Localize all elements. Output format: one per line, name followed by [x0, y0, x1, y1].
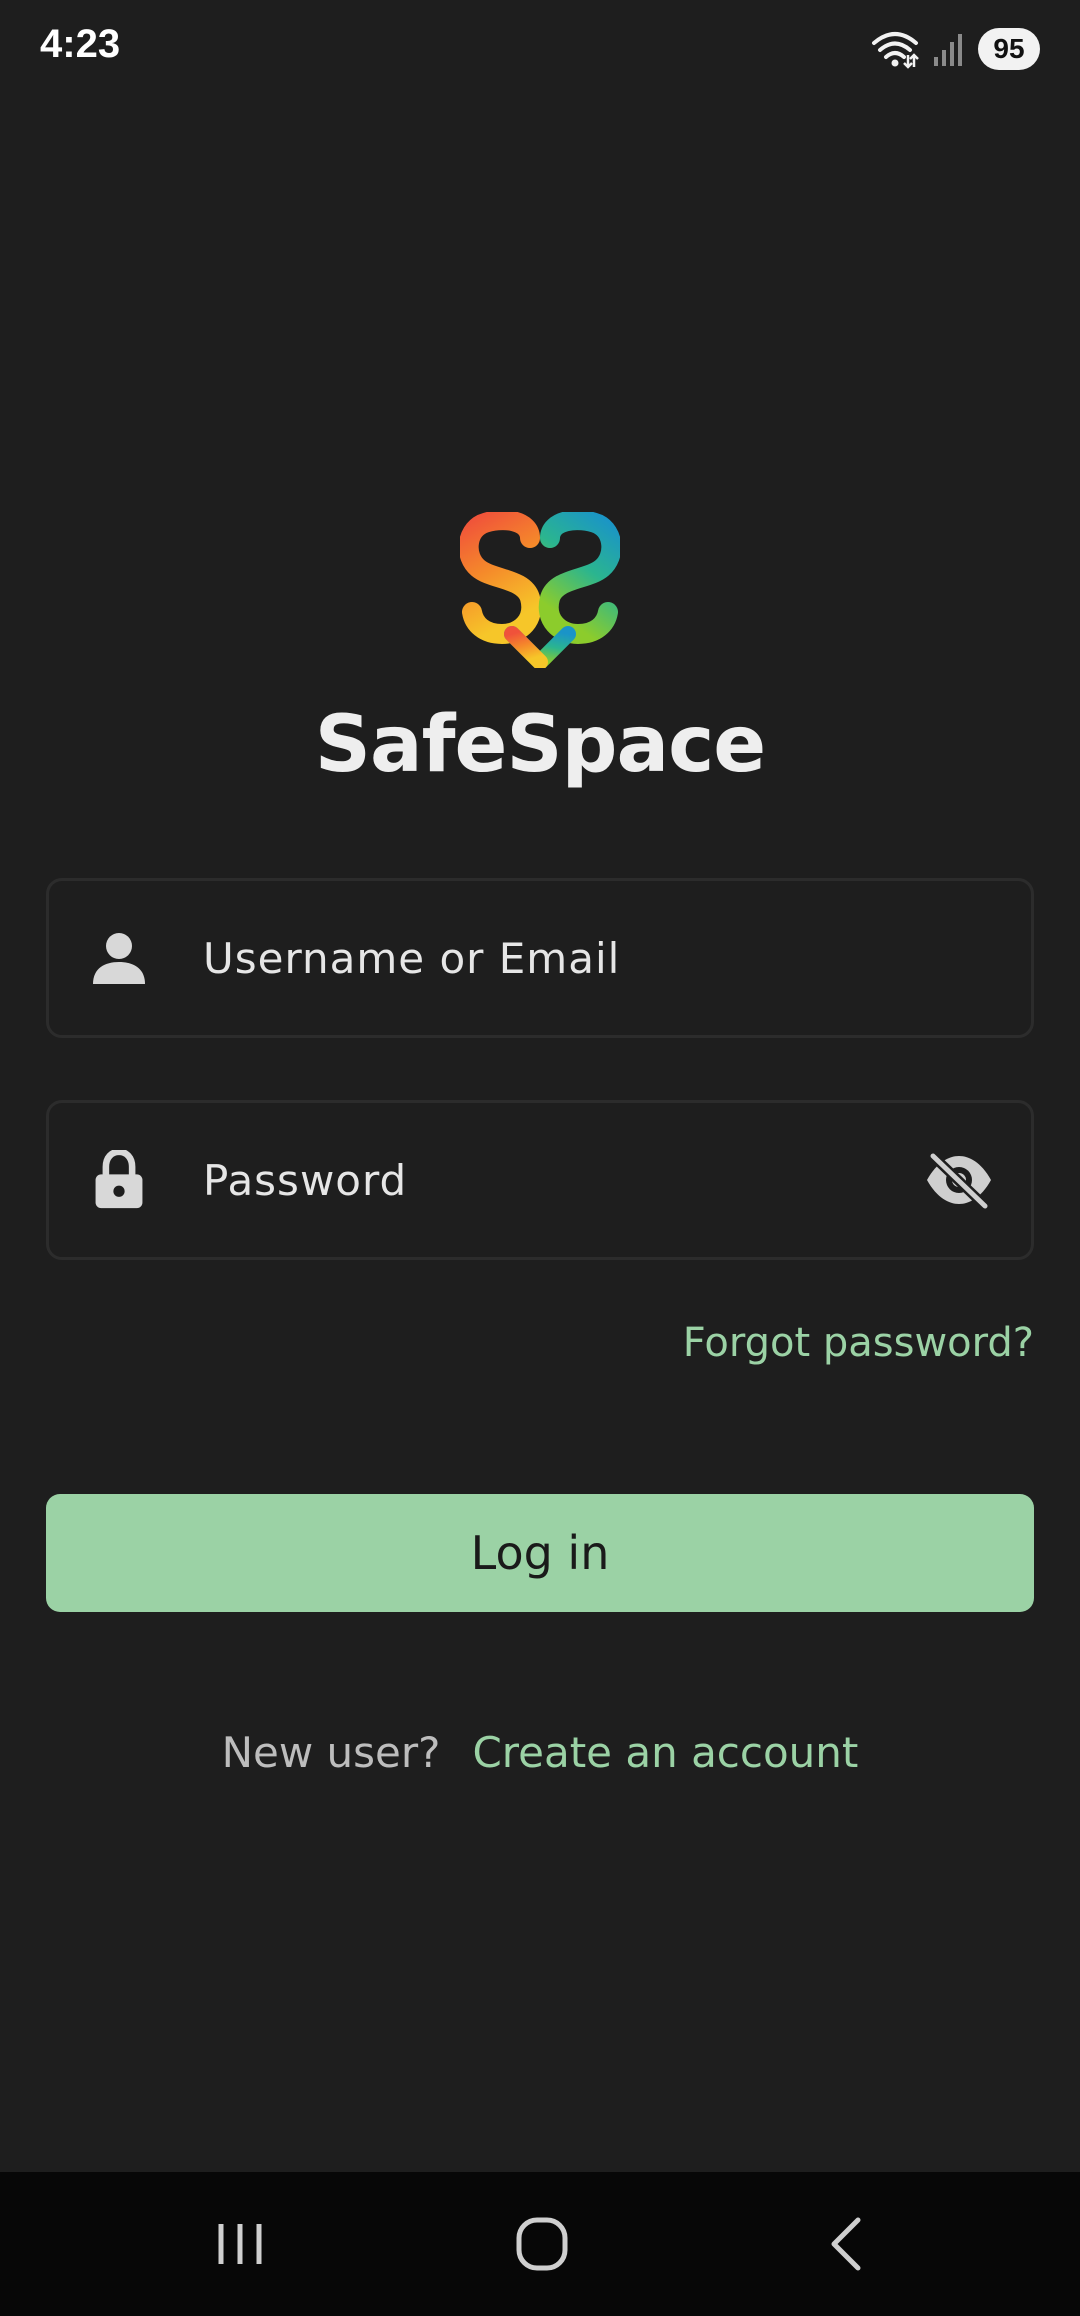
eye-off-icon[interactable] — [923, 1150, 995, 1210]
password-field[interactable] — [46, 1100, 1034, 1260]
login-button[interactable]: Log in — [46, 1494, 1034, 1612]
forgot-password-link[interactable]: Forgot password? — [683, 1320, 1034, 1366]
create-account-link[interactable]: Create an account — [472, 1728, 858, 1777]
person-icon — [93, 933, 145, 984]
nav-bar — [0, 2172, 1080, 2316]
status-icons: 95 — [870, 26, 1040, 72]
back-icon[interactable] — [806, 2208, 886, 2280]
signup-row: New user? Create an account — [0, 1728, 1080, 1777]
status-bar: 4:23 95 — [0, 0, 1080, 96]
username-field[interactable] — [46, 878, 1034, 1038]
wifi-icon — [872, 32, 919, 69]
signal-icon — [934, 34, 962, 66]
status-time: 4:23 — [40, 22, 121, 66]
app-name: SafeSpace — [314, 700, 766, 790]
lock-icon — [95, 1150, 143, 1209]
username-input[interactable] — [203, 881, 891, 1035]
home-icon[interactable] — [502, 2208, 582, 2280]
new-user-prompt: New user? — [221, 1728, 441, 1777]
recents-icon[interactable] — [200, 2208, 280, 2280]
login-screen: 4:23 95 SafeSpace Username or Email Forg… — [0, 0, 1080, 2316]
safespace-heart-logo — [460, 512, 620, 668]
battery-icon: 95 — [978, 28, 1040, 70]
password-input[interactable] — [203, 1103, 891, 1257]
